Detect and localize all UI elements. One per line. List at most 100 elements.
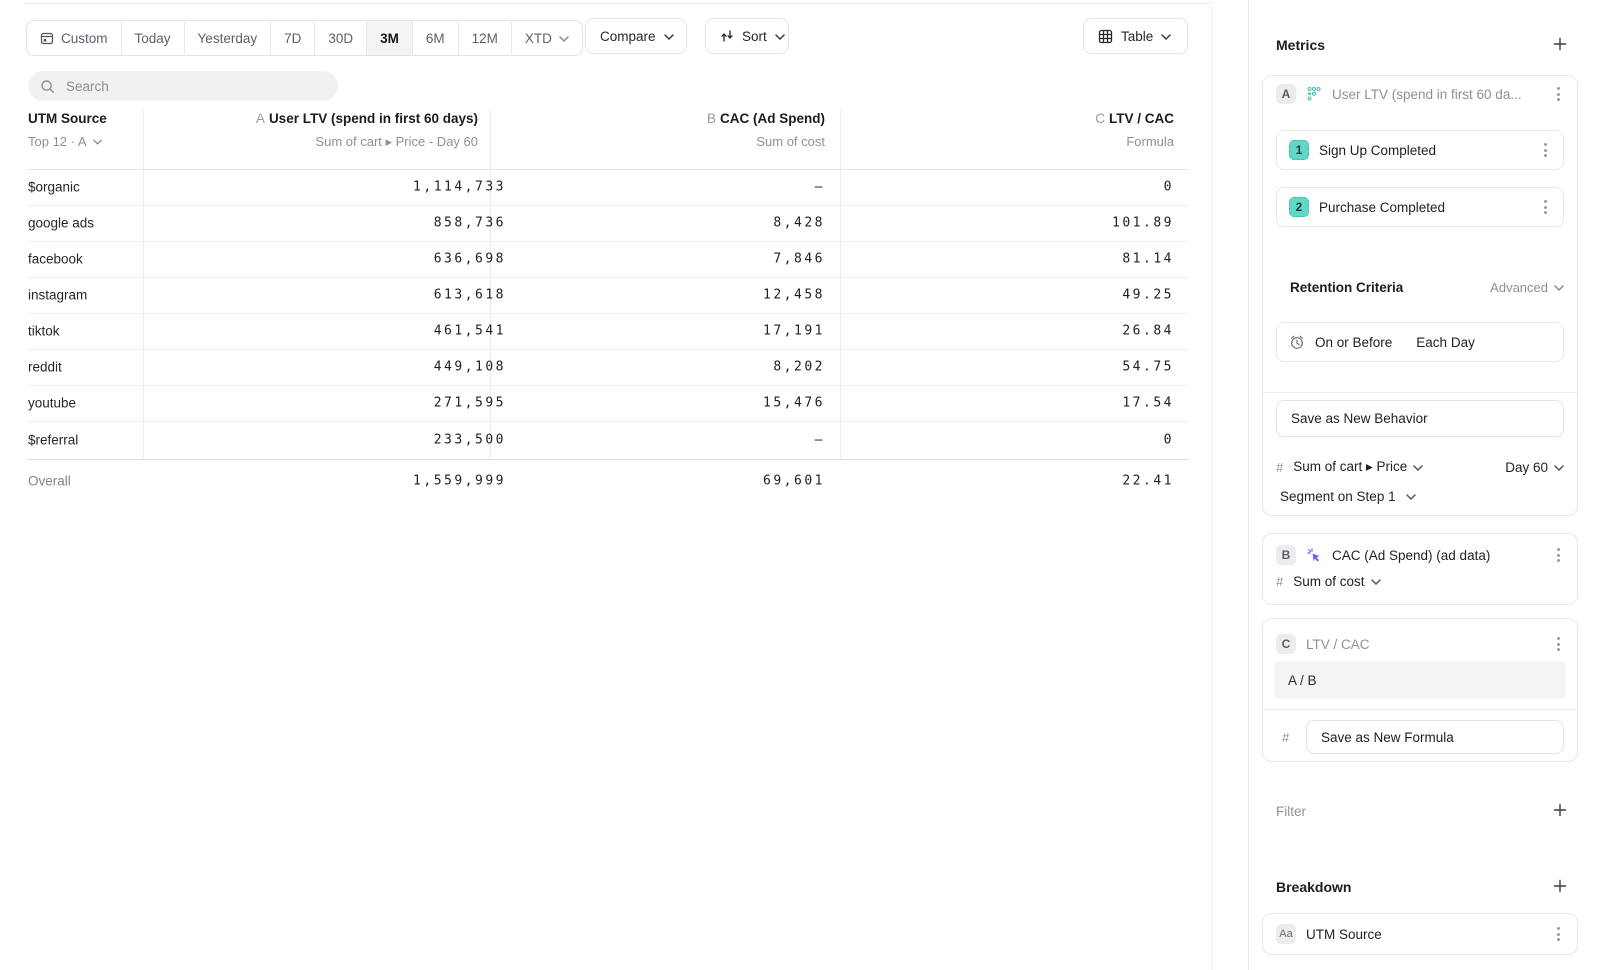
string-type-badge: Aa bbox=[1276, 924, 1296, 944]
search-input[interactable] bbox=[64, 78, 308, 95]
metric-a-title: User LTV (spend in first 60 da... bbox=[1332, 87, 1543, 102]
table-row[interactable]: $referral 233,500 – 0 bbox=[28, 421, 1188, 459]
chevron-down-icon bbox=[1406, 494, 1416, 500]
table-row[interactable]: $organic 1,114,733 – 0 bbox=[28, 169, 1188, 206]
chevron-down-icon bbox=[559, 36, 569, 42]
funnel-step-2[interactable]: 2 Purchase Completed bbox=[1276, 187, 1564, 227]
chevron-down-icon bbox=[93, 139, 102, 145]
save-as-new-behavior-button[interactable]: Save as New Behavior bbox=[1276, 400, 1564, 437]
table-overall-row: Overall 1,559,999 69,601 22.41 bbox=[28, 459, 1188, 502]
search-box bbox=[28, 71, 338, 101]
criteria-type-selector[interactable]: On or Before bbox=[1315, 335, 1392, 350]
metric-c-save-row bbox=[1282, 730, 1289, 745]
compare-button[interactable]: Compare bbox=[585, 18, 687, 54]
table-row[interactable]: reddit 449,108 8,202 54.75 bbox=[28, 349, 1188, 386]
main-card-top-border bbox=[25, 3, 1211, 4]
chevron-down-icon bbox=[664, 34, 674, 40]
row-limit-selector[interactable]: Top 12 · A bbox=[28, 135, 140, 148]
behavioral-metric-icon bbox=[1306, 86, 1322, 102]
metric-letter-badge: C bbox=[1276, 634, 1296, 654]
number-type-icon bbox=[1276, 460, 1283, 475]
funnel-step-1[interactable]: 1 Sign Up Completed bbox=[1276, 130, 1564, 170]
add-breakdown-button[interactable] bbox=[1552, 878, 1568, 894]
step-number-badge: 1 bbox=[1289, 140, 1309, 160]
date-range-3m-selected[interactable]: 3M bbox=[367, 21, 413, 55]
add-filter-button[interactable] bbox=[1552, 802, 1568, 818]
card-divider bbox=[1263, 392, 1577, 393]
metric-b-header: B CAC (Ad Spend) (ad data) bbox=[1276, 544, 1564, 566]
step-number-badge: 2 bbox=[1289, 197, 1309, 217]
date-range-custom[interactable]: Custom bbox=[27, 21, 122, 55]
sort-button[interactable]: Sort bbox=[705, 18, 789, 54]
date-range-12m[interactable]: 12M bbox=[459, 21, 512, 55]
number-type-icon bbox=[1282, 730, 1289, 745]
breakdown-menu-button[interactable] bbox=[1553, 923, 1564, 945]
metric-c-title: LTV / CAC bbox=[1306, 637, 1543, 652]
date-range-yesterday[interactable]: Yesterday bbox=[185, 21, 272, 55]
date-range-6m[interactable]: 6M bbox=[413, 21, 459, 55]
step-2-menu-button[interactable] bbox=[1540, 196, 1551, 218]
metric-letter-badge: A bbox=[1276, 84, 1296, 104]
chevron-down-icon bbox=[1554, 285, 1564, 291]
date-range-today[interactable]: Today bbox=[122, 21, 185, 55]
date-range-label: Custom bbox=[61, 31, 108, 46]
segment-on-step-selector[interactable]: Segment on Step 1 bbox=[1280, 489, 1416, 504]
table-row[interactable]: youtube 271,595 15,476 17.54 bbox=[28, 385, 1188, 422]
calendar-icon bbox=[40, 31, 54, 45]
column-header-utm-source: UTM Source Top 12 · A bbox=[28, 112, 140, 148]
table-row[interactable]: instagram 613,618 12,458 49.25 bbox=[28, 277, 1188, 314]
column-header-b[interactable]: BCAC (Ad Spend) Sum of cost bbox=[500, 112, 825, 148]
metric-b-title: CAC (Ad Spend) (ad data) bbox=[1332, 548, 1543, 563]
retention-criteria-card: On or Before Each Day bbox=[1276, 322, 1564, 362]
date-range-7d[interactable]: 7D bbox=[271, 21, 315, 55]
table-row[interactable]: tiktok 461,541 17,191 26.84 bbox=[28, 313, 1188, 350]
retention-criteria-row: Retention Criteria Advanced bbox=[1290, 280, 1564, 295]
retention-criteria-label: Retention Criteria bbox=[1290, 280, 1480, 295]
breakdown-item-row: Aa UTM Source bbox=[1276, 923, 1564, 945]
chevron-down-icon bbox=[1554, 465, 1564, 471]
number-type-icon bbox=[1276, 574, 1283, 589]
date-range-30d[interactable]: 30D bbox=[315, 21, 367, 55]
date-range-xtd[interactable]: XTD bbox=[512, 21, 582, 55]
search-icon bbox=[40, 79, 55, 94]
add-metric-button[interactable] bbox=[1552, 36, 1568, 52]
table-row[interactable]: google ads 858,736 8,428 101.89 bbox=[28, 205, 1188, 242]
main-card-right-border bbox=[1211, 3, 1212, 970]
aggregation-selector[interactable]: Sum of cart ▸ Price bbox=[1293, 459, 1423, 475]
metric-a-menu-button[interactable] bbox=[1553, 83, 1564, 105]
aggregation-selector[interactable]: Sum of cost bbox=[1293, 574, 1380, 589]
chevron-down-icon bbox=[1413, 465, 1423, 471]
metric-a-header: A User LTV (spend in first 60 da... bbox=[1276, 83, 1564, 105]
window-selector[interactable]: Day 60 bbox=[1505, 460, 1564, 475]
metric-letter-badge: B bbox=[1276, 545, 1296, 565]
alarm-clock-icon bbox=[1289, 334, 1305, 350]
column-header-c[interactable]: CLTV / CAC Formula bbox=[850, 112, 1174, 148]
card-divider bbox=[1263, 709, 1577, 710]
ad-data-icon bbox=[1306, 547, 1322, 563]
retention-mode-selector[interactable]: Advanced bbox=[1490, 280, 1564, 295]
sidebar-divider bbox=[1248, 0, 1249, 970]
breakdown-section-title: Breakdown bbox=[1276, 879, 1351, 895]
metric-c-header: C LTV / CAC bbox=[1276, 633, 1564, 655]
grid-icon bbox=[1098, 29, 1113, 44]
date-range-control: Custom Today Yesterday 7D 30D 3M 6M 12M … bbox=[26, 20, 583, 56]
chevron-down-icon bbox=[1371, 579, 1381, 585]
sort-arrows-icon bbox=[720, 29, 734, 43]
filter-section-title: Filter bbox=[1276, 804, 1306, 819]
metric-b-menu-button[interactable] bbox=[1553, 544, 1564, 566]
table-row[interactable]: facebook 636,698 7,846 81.14 bbox=[28, 241, 1188, 278]
chevron-down-icon bbox=[775, 34, 785, 40]
formula-input[interactable]: A / B bbox=[1274, 661, 1566, 699]
step-1-menu-button[interactable] bbox=[1540, 139, 1551, 161]
breakdown-item-label: UTM Source bbox=[1306, 927, 1543, 942]
metrics-section-title: Metrics bbox=[1276, 37, 1325, 53]
chevron-down-icon bbox=[1161, 34, 1171, 40]
column-header-a[interactable]: AUser LTV (spend in first 60 days) Sum o… bbox=[160, 112, 478, 148]
criteria-frequency-selector[interactable]: Each Day bbox=[1416, 335, 1475, 350]
save-as-new-formula-button[interactable]: Save as New Formula bbox=[1306, 720, 1564, 754]
metric-b-aggregation-row: Sum of cost bbox=[1276, 574, 1381, 589]
step-label: Sign Up Completed bbox=[1319, 143, 1530, 158]
metric-c-menu-button[interactable] bbox=[1553, 633, 1564, 655]
view-as-table-button[interactable]: Table bbox=[1083, 18, 1188, 54]
metric-a-aggregation-row: Sum of cart ▸ Price Day 60 bbox=[1276, 459, 1564, 475]
